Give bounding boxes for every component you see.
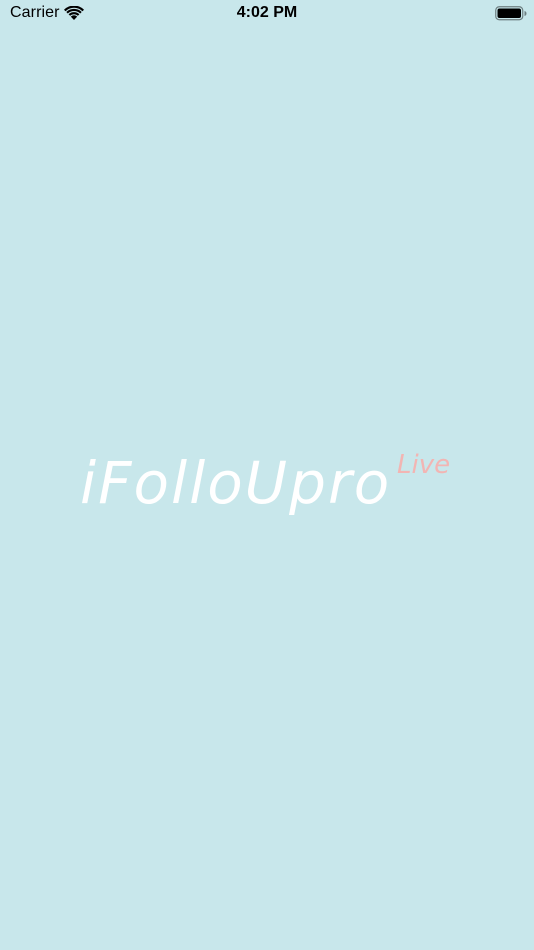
logo-wordmark: iFolloUpro [80,449,392,517]
status-bar: Carrier 4:02 PM [0,0,534,30]
logo-live-tag: Live [397,450,451,480]
app-logo: iFolloUpro Live [0,440,534,550]
splash-screen: Carrier 4:02 PM iFolloUpro Live [0,0,534,950]
battery-icon [495,6,527,21]
status-time: 4:02 PM [236,4,298,21]
